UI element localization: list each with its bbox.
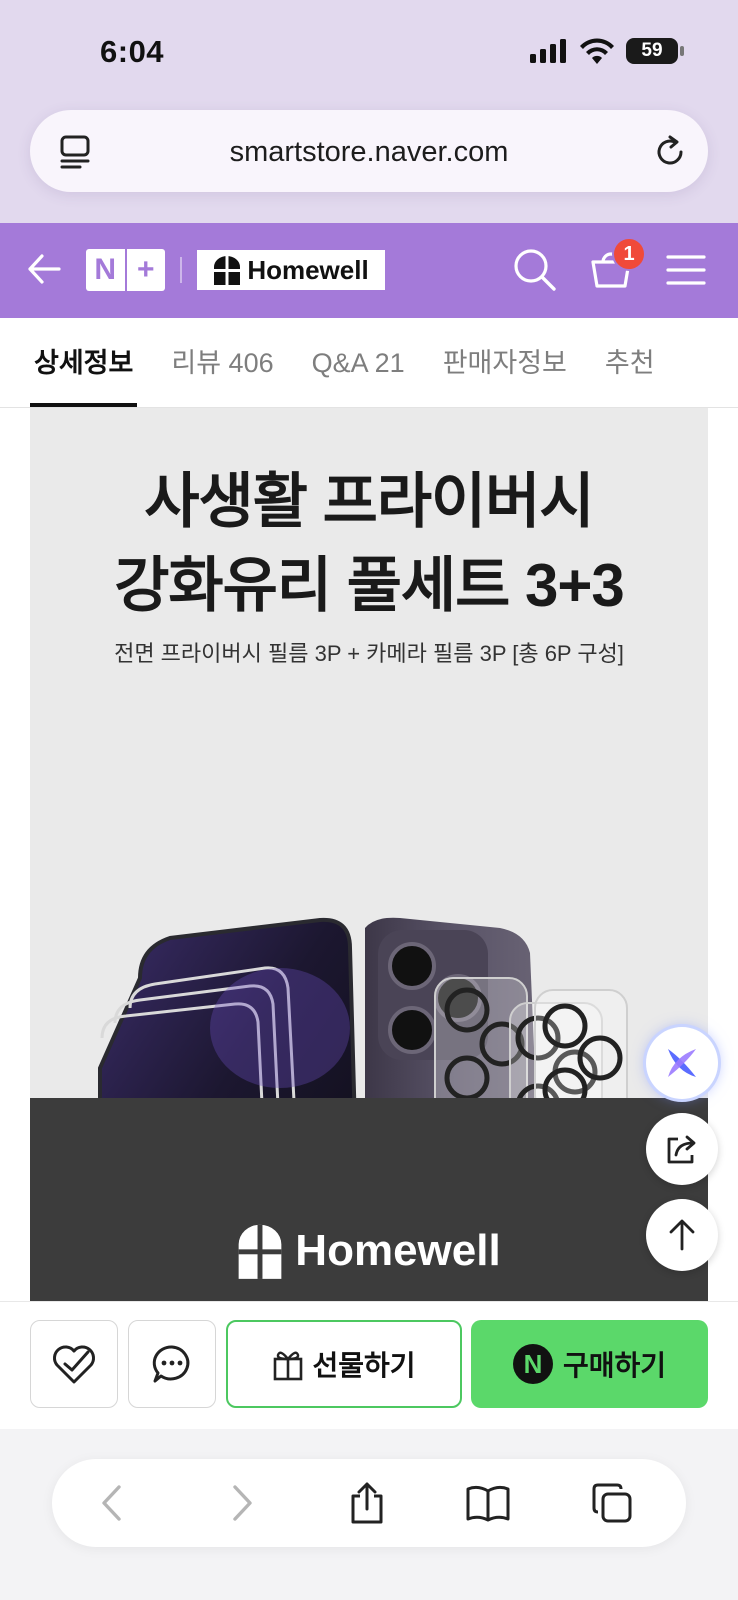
homewell-logo-icon (214, 256, 241, 285)
cart-count-badge: 1 (612, 237, 646, 271)
browser-toolbar-area (0, 1429, 738, 1600)
share-button[interactable] (646, 1113, 718, 1185)
banner-brand-strip: Homewell (30, 1098, 708, 1301)
wishlist-button[interactable] (30, 1320, 118, 1408)
nplus-n: N (94, 253, 117, 286)
hamburger-menu-icon[interactable] (666, 253, 706, 292)
ai-assistant-button[interactable] (646, 1027, 718, 1099)
tab-qna[interactable]: Q&A 21 (312, 318, 405, 407)
browser-back-icon[interactable] (88, 1479, 136, 1527)
chat-bubble-icon (152, 1345, 190, 1383)
gift-icon (274, 1351, 303, 1381)
browser-top-area: 6:04 59 smartstore.naver.com (0, 0, 738, 223)
banner-brand: Homewell (30, 1223, 708, 1279)
naver-plus-logo[interactable]: N + (86, 249, 165, 291)
tab-detail[interactable]: 상세정보 (29, 318, 138, 407)
homewell-logo-icon (238, 1224, 282, 1279)
bookmarks-icon[interactable] (464, 1479, 512, 1527)
heart-check-icon (53, 1345, 95, 1384)
battery-level: 59 (641, 40, 663, 61)
wifi-icon (580, 38, 614, 64)
banner-brand-name: Homewell (295, 1226, 501, 1275)
naver-pay-icon: N (512, 1344, 553, 1384)
url-text[interactable]: smartstore.naver.com (30, 136, 708, 169)
browser-forward-icon[interactable] (218, 1479, 266, 1527)
back-arrow-icon[interactable] (26, 251, 62, 292)
banner-title: 사생활 프라이버시 강화유리 풀세트 3+3 (30, 460, 708, 628)
banner-subtitle: 전면 프라이버시 필름 3P + 카메라 필름 3P [총 6P 구성] (114, 641, 624, 666)
product-detail-banner: 사생활 프라이버시 강화유리 풀세트 3+3 전면 프라이버시 필름 3P + … (30, 408, 708, 1301)
buy-button[interactable]: N 구매하기 (471, 1320, 708, 1408)
tab-seller-info[interactable]: 판매자정보 (443, 318, 567, 407)
tabs-icon[interactable] (588, 1479, 636, 1527)
search-icon[interactable] (512, 247, 558, 298)
nplus-plus: + (124, 249, 166, 291)
buy-label: 구매하기 (562, 1350, 667, 1381)
browser-share-icon[interactable] (343, 1479, 391, 1527)
tab-recommend[interactable]: 추천 (605, 318, 655, 407)
brand-logo[interactable]: Homewell (197, 250, 385, 290)
browser-toolbar (52, 1459, 686, 1547)
chat-button[interactable] (128, 1320, 216, 1408)
share-icon (667, 1135, 696, 1164)
scroll-top-button[interactable] (646, 1199, 718, 1271)
reload-icon[interactable] (654, 134, 688, 175)
status-icons: 59 (530, 38, 684, 64)
gift-button[interactable]: 선물하기 (226, 1320, 462, 1408)
brand-name: Homewell (247, 254, 369, 285)
banner-title-line1: 사생활 프라이버시 (144, 468, 594, 535)
product-tabs: 상세정보 리뷰 406 Q&A 21 판매자정보 추천 (0, 318, 738, 408)
purchase-action-bar: 선물하기 N 구매하기 (0, 1301, 738, 1429)
cellular-signal-icon (530, 39, 566, 63)
status-time: 6:04 (100, 34, 165, 69)
gift-label: 선물하기 (312, 1350, 416, 1381)
scroll-top-icon (669, 1219, 695, 1251)
header-divider (180, 257, 182, 283)
address-bar[interactable]: smartstore.naver.com (30, 110, 708, 192)
banner-title-line2: 강화유리 풀세트 3+3 (114, 552, 625, 619)
store-header: N + Homewell 1 (0, 223, 738, 318)
ai-assistant-icon (668, 1049, 696, 1077)
tab-reviews[interactable]: 리뷰 406 (171, 318, 273, 407)
battery-indicator: 59 (626, 38, 684, 64)
